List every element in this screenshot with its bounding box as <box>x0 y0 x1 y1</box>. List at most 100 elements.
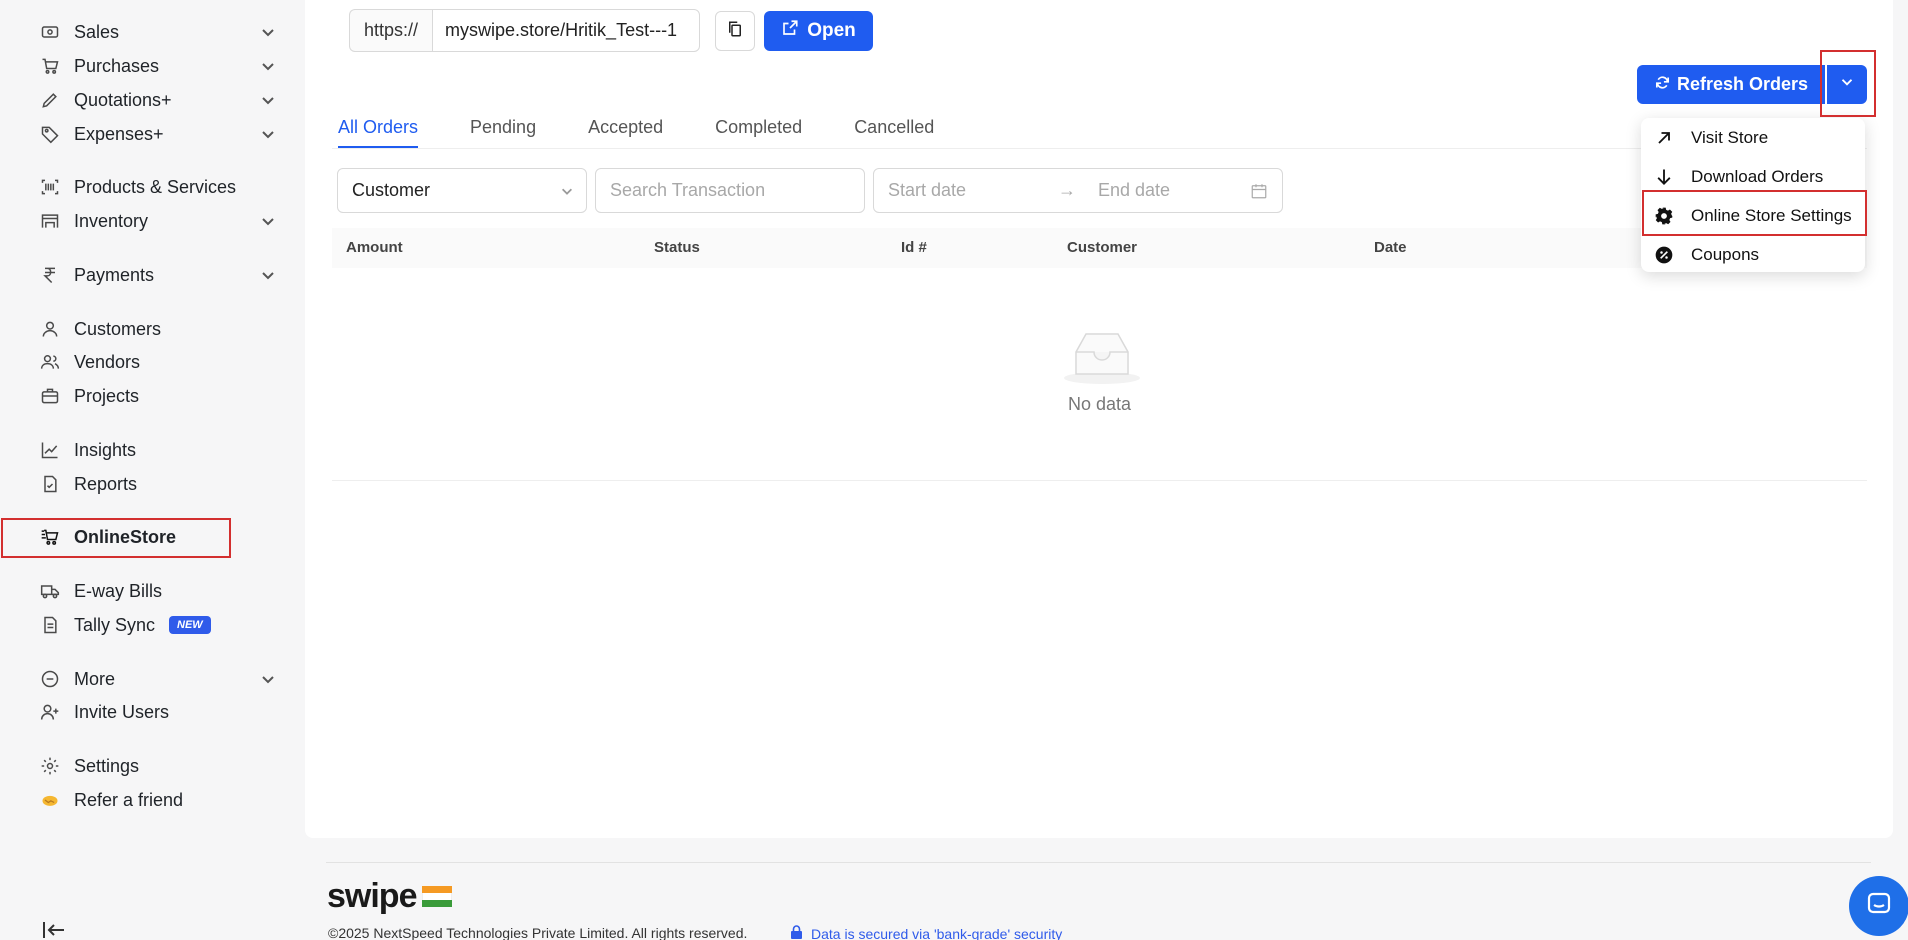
column-status[interactable]: Status <box>654 239 700 256</box>
refresh-orders-button[interactable]: Refresh Orders <box>1637 65 1825 104</box>
document-icon <box>38 613 62 637</box>
sidebar-item-purchases[interactable]: Purchases <box>22 50 282 82</box>
sidebar-item-eway-bills[interactable]: E-way Bills <box>22 575 282 607</box>
menu-item-label: Coupons <box>1691 245 1760 264</box>
refresh-orders-group: Refresh Orders <box>1637 65 1867 104</box>
sidebar-item-sales[interactable]: Sales <box>22 16 282 48</box>
customer-select-value: Customer <box>352 180 431 200</box>
refresh-dropdown-menu: Visit Store Download Orders Online Store… <box>1641 118 1865 272</box>
menu-item-download-orders[interactable]: Download Orders <box>1641 158 1865 196</box>
sidebar-item-label: Vendors <box>74 351 141 372</box>
report-icon <box>38 472 62 496</box>
collapse-sidebar-icon[interactable] <box>42 920 66 940</box>
store-cart-icon <box>38 525 62 549</box>
chevron-down-icon <box>260 92 276 108</box>
cash-icon <box>38 20 62 44</box>
pencil-icon <box>38 88 62 112</box>
cart-icon <box>38 54 62 78</box>
arrow-down-icon <box>1653 166 1675 188</box>
sidebar-item-label: Expenses+ <box>74 123 164 144</box>
sidebar-item-settings[interactable]: Settings <box>22 750 282 782</box>
menu-item-visit-store[interactable]: Visit Store <box>1641 119 1865 157</box>
column-customer[interactable]: Customer <box>1067 239 1137 256</box>
sidebar-item-refer[interactable]: Refer a friend <box>22 784 282 816</box>
sidebar-item-label: Settings <box>74 755 140 776</box>
url-prefix: https:// <box>349 9 433 52</box>
open-store-button[interactable]: Open <box>764 11 873 51</box>
tag-icon <box>38 122 62 146</box>
rupee-icon <box>38 263 62 287</box>
sidebar-item-payments[interactable]: Payments <box>22 259 282 291</box>
sidebar-item-vendors[interactable]: Vendors <box>22 346 282 378</box>
empty-text: No data <box>1067 394 1132 414</box>
copy-link-button[interactable] <box>715 11 755 51</box>
sidebar: Sales Purchases Quotations+ Expenses+ Pr… <box>22 0 302 940</box>
chart-line-icon <box>38 438 62 462</box>
menu-item-label: Download Orders <box>1691 167 1824 186</box>
column-amount[interactable]: Amount <box>346 239 403 256</box>
sidebar-item-projects[interactable]: Projects <box>22 380 282 412</box>
sidebar-item-invite-users[interactable]: Invite Users <box>22 696 282 728</box>
column-date[interactable]: Date <box>1374 239 1407 256</box>
refresh-dropdown-button[interactable] <box>1827 65 1867 104</box>
briefcase-icon <box>38 384 62 408</box>
copyright-text: ©2025 NextSpeed Technologies Private Lim… <box>328 925 748 940</box>
coupon-icon <box>1653 244 1675 266</box>
sidebar-item-label: Customers <box>74 318 162 339</box>
security-note[interactable]: Data is secured via 'bank-grade' securit… <box>790 925 1062 940</box>
chat-support-button[interactable] <box>1849 876 1908 936</box>
refresh-icon <box>1654 74 1671 96</box>
empty-inbox-icon <box>1064 333 1140 384</box>
tab-cancelled[interactable]: Cancelled <box>854 107 934 148</box>
sidebar-item-insights[interactable]: Insights <box>22 434 282 466</box>
tab-accepted[interactable]: Accepted <box>588 107 663 148</box>
chevron-down-icon <box>260 671 276 687</box>
sidebar-item-expenses[interactable]: Expenses+ <box>22 118 282 150</box>
sidebar-item-inventory[interactable]: Inventory <box>22 205 282 237</box>
end-date-field[interactable]: End date <box>1098 180 1248 201</box>
empty-state: No data <box>332 268 1867 481</box>
chevron-down-icon <box>1838 73 1856 96</box>
sidebar-item-customers[interactable]: Customers <box>22 313 282 345</box>
sidebar-item-label: Purchases <box>74 55 160 76</box>
order-tabs: All Orders Pending Accepted Completed Ca… <box>332 107 1867 149</box>
barcode-icon <box>38 175 62 199</box>
user-icon <box>38 317 62 341</box>
chevron-down-icon <box>260 126 276 142</box>
customer-select[interactable]: Customer <box>337 168 587 213</box>
sidebar-item-label: Invite Users <box>74 701 170 722</box>
sidebar-item-label: Refer a friend <box>74 789 184 810</box>
gear-icon <box>38 754 62 778</box>
chevron-down-icon <box>260 58 276 74</box>
chat-icon <box>1865 890 1893 923</box>
store-url-input[interactable] <box>432 9 701 52</box>
user-plus-icon <box>38 700 62 724</box>
lock-icon <box>790 925 803 940</box>
sidebar-item-label: OnlineStore <box>74 526 177 547</box>
swipe-logo: swipe <box>327 877 453 916</box>
date-range-arrow: → <box>1058 180 1076 200</box>
sidebar-item-quotations[interactable]: Quotations+ <box>22 84 282 116</box>
sidebar-item-label: Sales <box>74 21 120 42</box>
sidebar-item-more[interactable]: More <box>22 663 282 695</box>
sidebar-item-products[interactable]: Products & Services <box>22 171 282 203</box>
india-flag-icon <box>422 885 453 908</box>
tab-pending[interactable]: Pending <box>470 107 536 148</box>
sidebar-item-label: Inventory <box>74 210 149 231</box>
column-id[interactable]: Id # <box>901 239 927 256</box>
sidebar-item-reports[interactable]: Reports <box>22 468 282 500</box>
chevron-down-icon <box>562 188 572 195</box>
menu-item-coupons[interactable]: Coupons <box>1641 236 1865 274</box>
menu-item-online-store-settings[interactable]: Online Store Settings <box>1641 197 1865 235</box>
footer-divider <box>326 862 1871 863</box>
date-range-picker[interactable]: Start date → End date <box>873 168 1283 213</box>
open-store-label: Open <box>807 20 856 41</box>
sidebar-item-onlinestore[interactable]: OnlineStore <box>22 521 282 553</box>
search-transaction-input[interactable] <box>595 168 865 213</box>
start-date-field[interactable]: Start date <box>888 180 1058 201</box>
tab-completed[interactable]: Completed <box>715 107 802 148</box>
tab-all-orders[interactable]: All Orders <box>338 107 419 148</box>
sidebar-item-tally-sync[interactable]: Tally Sync NEW <box>22 609 282 641</box>
gear-icon <box>1653 205 1675 227</box>
handshake-icon <box>38 788 62 812</box>
